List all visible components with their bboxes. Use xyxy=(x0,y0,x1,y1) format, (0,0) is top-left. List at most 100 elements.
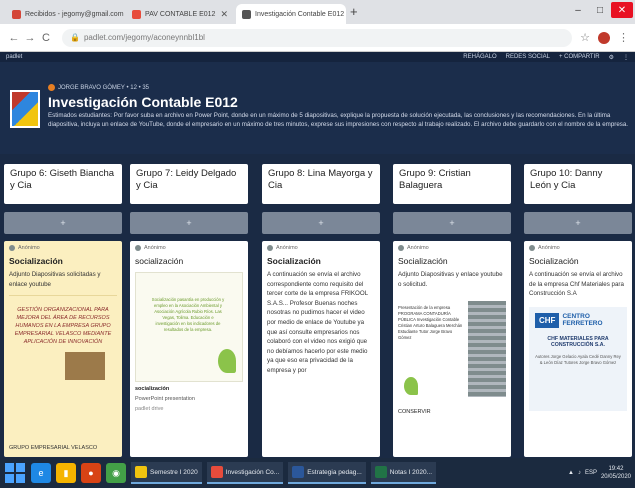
post-body: Adjunto Diapositivas solicitadas y enlac… xyxy=(9,271,101,288)
avatar xyxy=(267,245,273,251)
excel-icon xyxy=(374,466,387,478)
star-icon[interactable]: ☆ xyxy=(580,31,590,44)
author-text: JORGE BRAVO GÓMEY • 12 • 35 xyxy=(58,84,150,91)
attachment-preview[interactable]: Presentación de la empresa PROGRAMA CONT… xyxy=(398,295,506,406)
more-icon[interactable]: ⋮ xyxy=(623,54,629,61)
social-share-button[interactable]: REDES SOCIAL xyxy=(506,54,550,60)
logo-text: CENTRO FERRETERO xyxy=(562,313,603,328)
lock-icon: 🔒 xyxy=(70,33,80,42)
column-title: Grupo 6: Giseth Biancha y Cia xyxy=(4,164,122,204)
taskbar: e ▮ ● ◉ Semestre I 2020 Investigación Co… xyxy=(0,458,635,488)
post-author: Anónimo xyxy=(18,245,40,251)
taskbar-app[interactable]: Semestre I 2020 xyxy=(131,462,202,484)
url-text: padlet.com/jegomy/aconeynnbl1bl xyxy=(83,33,205,42)
network-icon[interactable]: ▲ xyxy=(568,470,574,476)
post-card[interactable]: Anónimo Socialización Adjunto Diapositiv… xyxy=(4,241,122,457)
attachment-title: socialización xyxy=(135,386,170,392)
menu-icon[interactable]: ⋮ xyxy=(618,31,629,44)
avatar xyxy=(529,245,535,251)
remake-button[interactable]: REHÁGALO xyxy=(463,54,496,60)
share-button[interactable]: + COMPARTIR xyxy=(559,54,600,60)
close-tab-icon[interactable]: ✕ xyxy=(344,9,346,20)
padlet-icon xyxy=(242,9,251,19)
column-grupo-8: Grupo 8: Lina Mayorga y Cia + Anónimo So… xyxy=(262,164,380,457)
taskbar-app-label: Estrategia pedag... xyxy=(307,468,362,476)
taskbar-app-label: Investigación Co... xyxy=(225,468,280,476)
windows-start-button[interactable] xyxy=(4,462,26,484)
post-author: Anónimo xyxy=(276,245,298,251)
gmail-icon xyxy=(12,9,21,19)
profile-avatar[interactable] xyxy=(598,31,610,44)
avatar xyxy=(398,245,404,251)
add-post-button[interactable]: + xyxy=(4,212,122,234)
post-title: Socialización xyxy=(267,256,321,266)
browser-window: { "browser": { "tabs": [ {"label": "Reci… xyxy=(0,0,635,488)
add-post-button[interactable]: + xyxy=(393,212,511,234)
slide-text: Presentación de la empresa PROGRAMA CONT… xyxy=(398,305,463,341)
column-grupo-7: Grupo 7: Leidy Delgado y Cia + Anónimo s… xyxy=(130,164,248,457)
document-icon xyxy=(132,9,141,19)
gear-icon[interactable]: ⚙ xyxy=(609,54,614,61)
add-post-button[interactable]: + xyxy=(130,212,248,234)
taskbar-app[interactable]: Estrategia pedag... xyxy=(288,462,366,484)
tab-gmail[interactable]: Recibidos - jegomy@gmail.com ✕ xyxy=(6,4,124,24)
attachment-preview[interactable]: GESTIÓN ORGANIZACIONAL PARA MEJORA DEL Á… xyxy=(9,295,117,396)
volume-icon[interactable]: ♪ xyxy=(578,470,581,476)
new-tab-button[interactable]: + xyxy=(350,4,358,19)
post-title: Socialización xyxy=(529,256,579,266)
taskbar-app[interactable]: Notas I 2020... xyxy=(370,462,437,484)
padlet-brand[interactable]: padlet xyxy=(6,54,22,60)
firefox-icon[interactable]: ● xyxy=(81,463,101,483)
minimize-button[interactable]: – xyxy=(567,2,589,18)
post-card[interactable]: Anónimo socialización Socialización pasa… xyxy=(130,241,248,457)
avatar xyxy=(135,245,141,251)
tab-pav[interactable]: PAV CONTABLE E012 ✕ xyxy=(126,4,234,24)
close-window-button[interactable]: ✕ xyxy=(611,2,633,18)
tab-strip: Recibidos - jegomy@gmail.com ✕ PAV CONTA… xyxy=(0,0,635,24)
attachment-title: CONSERVIR xyxy=(398,409,431,416)
tab-label: PAV CONTABLE E012 xyxy=(145,10,216,18)
column-grupo-10: Grupo 10: Danny León y Cia + Anónimo Soc… xyxy=(524,164,632,457)
post-footer: GRUPO EMPRESARIAL VELASCO xyxy=(9,445,98,451)
attachment-source[interactable]: padlet drive xyxy=(135,406,243,412)
post-body: A continuación se envía el archivo de la… xyxy=(529,271,624,298)
add-post-button[interactable]: + xyxy=(524,212,632,234)
post-title: Socialización xyxy=(398,256,448,266)
clock[interactable]: 19:42 20/05/2020 xyxy=(601,465,631,481)
post-card[interactable]: Anónimo Socialización Adjunto Diapositiv… xyxy=(393,241,511,457)
logo-caption: CHF MATERIALES PARA CONSTRUCCIÓN S.A. xyxy=(547,335,609,348)
taskbar-app[interactable]: Investigación Co... xyxy=(206,462,284,484)
board-header: JORGE BRAVO GÓMEY • 12 • 35 Investigació… xyxy=(0,62,635,154)
url-input[interactable]: 🔒 padlet.com/jegomy/aconeynnbl1bl xyxy=(62,28,573,47)
chrome-icon xyxy=(210,466,223,478)
language-indicator[interactable]: ESP xyxy=(585,470,597,476)
word-icon xyxy=(292,466,305,478)
leaf-icon xyxy=(218,349,236,373)
folder-icon xyxy=(135,466,147,478)
company-logo: CHF CENTRO FERRETERO xyxy=(535,312,621,328)
board-title: Investigación Contable E012 xyxy=(48,94,238,110)
close-tab-icon[interactable]: ✕ xyxy=(216,9,228,20)
logo-box: CHF xyxy=(535,312,560,328)
reload-button[interactable]: C xyxy=(38,32,54,44)
add-post-button[interactable]: + xyxy=(262,212,380,234)
forward-button[interactable]: → xyxy=(22,32,38,44)
column-title: Grupo 8: Lina Mayorga y Cia xyxy=(262,164,380,204)
tab-padlet[interactable]: Investigación Contable E012 ✕ xyxy=(236,4,346,24)
board-logo-icon xyxy=(10,90,40,128)
post-author: Anónimo xyxy=(538,245,560,251)
back-button[interactable]: ← xyxy=(6,32,22,44)
file-explorer-icon[interactable]: ▮ xyxy=(56,463,76,483)
column-title: Grupo 7: Leidy Delgado y Cia xyxy=(130,164,248,204)
tab-label: Investigación Contable E012 xyxy=(255,10,345,18)
ie-icon[interactable]: e xyxy=(31,463,51,483)
post-card[interactable]: Anónimo Socialización A continuación se … xyxy=(524,241,632,457)
attachment-preview[interactable]: Socialización pasantía en producción y e… xyxy=(135,272,243,382)
chrome-icon[interactable]: ◉ xyxy=(106,463,126,483)
author-avatar xyxy=(48,84,55,91)
attachment-preview[interactable]: CHF CENTRO FERRETERO CHF MATERIALES PARA… xyxy=(529,306,627,411)
building-image xyxy=(468,301,506,398)
window-controls: – □ ✕ xyxy=(567,2,633,18)
maximize-button[interactable]: □ xyxy=(589,2,611,18)
post-card[interactable]: Anónimo Socialización A continuación se … xyxy=(262,241,380,457)
